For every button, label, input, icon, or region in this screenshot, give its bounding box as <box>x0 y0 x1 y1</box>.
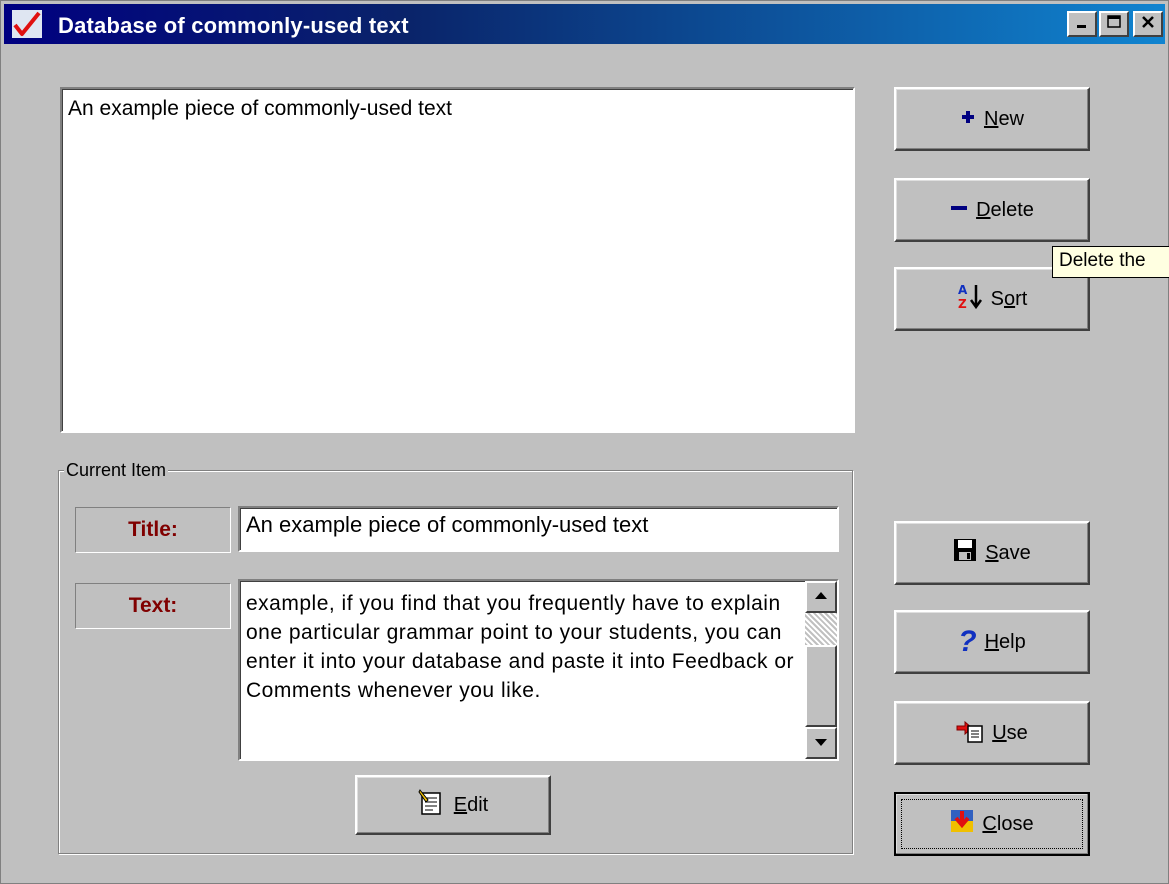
text-list[interactable]: An example piece of commonly-used text <box>60 87 855 433</box>
minimize-icon <box>1074 14 1090 35</box>
new-label-mnemonic: N <box>983 107 999 130</box>
delete-label: elete <box>990 198 1034 221</box>
edit-label-mnemonic: E <box>453 793 468 816</box>
text-label: Text: <box>75 583 231 629</box>
edit-label: dit <box>467 793 489 816</box>
delete-label-mnemonic: D <box>976 198 991 221</box>
title-field[interactable]: An example piece of commonly-used text <box>238 506 839 552</box>
sort-label-pre: S <box>990 287 1004 310</box>
minus-icon <box>950 199 968 222</box>
use-label-mnemonic: U <box>992 721 1007 744</box>
scroll-up-button[interactable] <box>805 581 837 613</box>
use-button[interactable]: Use <box>894 701 1090 765</box>
new-label: ew <box>998 107 1025 130</box>
save-button[interactable]: Save <box>894 521 1090 585</box>
help-label: elp <box>999 630 1026 653</box>
question-mark-icon: ? <box>958 625 977 658</box>
delete-button[interactable]: Delete <box>894 178 1090 242</box>
edit-notepad-icon <box>418 788 446 822</box>
scroll-down-button[interactable] <box>805 727 837 759</box>
checkmark-icon <box>12 10 42 38</box>
maximize-button[interactable] <box>1099 11 1129 37</box>
main-window: Database of commonly-used text An exampl… <box>0 0 1169 884</box>
window-title: Database of commonly-used text <box>58 13 409 38</box>
maximize-icon <box>1106 14 1122 35</box>
scroll-thumb[interactable] <box>805 645 837 727</box>
close-icon <box>1140 14 1156 35</box>
text-scrollbar[interactable] <box>805 581 837 759</box>
edit-button[interactable]: Edit <box>355 775 551 835</box>
title-label: Title: <box>75 507 231 553</box>
title-bar[interactable]: Database of commonly-used text <box>4 4 1165 44</box>
paste-arrow-icon <box>956 717 984 749</box>
plus-icon <box>960 108 976 131</box>
current-item-group-label: Current Item <box>64 460 169 481</box>
list-item[interactable]: An example piece of commonly-used text <box>68 97 452 121</box>
scroll-track[interactable] <box>805 613 837 645</box>
help-button[interactable]: ? Help <box>894 610 1090 674</box>
sort-az-icon: A Z <box>957 282 983 316</box>
floppy-disk-icon <box>953 538 977 568</box>
svg-text:A: A <box>958 283 968 297</box>
tooltip: Delete the <box>1052 246 1169 278</box>
save-label-mnemonic: S <box>985 541 999 564</box>
save-label: ave <box>998 541 1031 564</box>
arrow-up-icon <box>814 588 828 606</box>
sort-label-mnemonic: o <box>1004 287 1016 310</box>
text-field-content: example, if you find that you frequently… <box>246 592 794 702</box>
sort-label: rt <box>1015 287 1028 310</box>
use-label: se <box>1006 721 1028 744</box>
minimize-button[interactable] <box>1067 11 1097 37</box>
close-button[interactable]: Close <box>894 792 1090 856</box>
svg-text:Z: Z <box>958 297 967 310</box>
focus-rectangle <box>901 799 1083 849</box>
text-field[interactable]: example, if you find that you frequently… <box>238 579 839 761</box>
close-window-button[interactable] <box>1133 11 1163 37</box>
help-label-mnemonic: H <box>984 630 1000 653</box>
arrow-down-icon <box>814 734 828 752</box>
new-button[interactable]: New <box>894 87 1090 151</box>
